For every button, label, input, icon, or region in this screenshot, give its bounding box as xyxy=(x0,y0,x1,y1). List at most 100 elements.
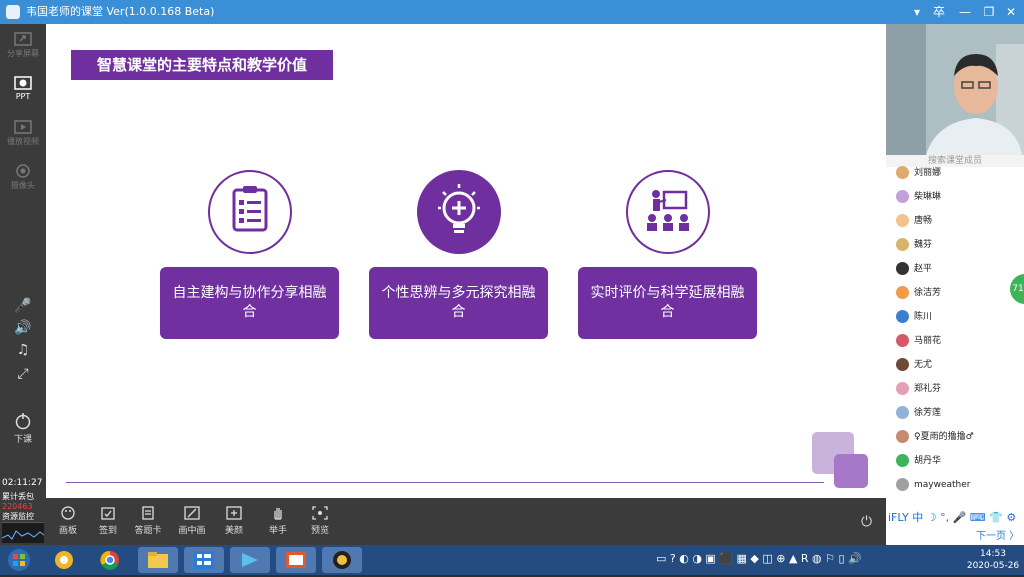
feature-1-box: 自主建构与协作分享相融合 xyxy=(160,267,339,339)
microphone-icon[interactable]: 🎤 xyxy=(0,298,46,314)
student-list-item[interactable]: 柴琳琳 xyxy=(896,188,941,206)
student-avatar xyxy=(896,454,909,467)
taskbar-chrome[interactable] xyxy=(90,547,130,573)
beauty-button[interactable]: 美颜 xyxy=(212,506,256,536)
student-list-item[interactable]: 刘丽娜 xyxy=(896,164,941,182)
chrome-icon xyxy=(100,550,119,570)
fullscreen-icon[interactable]: ⤢ xyxy=(0,366,46,382)
raise-hand-button[interactable]: 举手 xyxy=(256,506,300,536)
network-stats: 累计丢包 220463 资源监控 xyxy=(2,492,34,522)
bottom-toolbar: 画板 签到 答题卡 画中画 美颜 举手 预览 ⏻ xyxy=(46,498,886,545)
student-list-item[interactable]: 徐洁芳 xyxy=(896,284,941,302)
raise-hand-label: 举手 xyxy=(268,526,287,536)
student-list-item[interactable]: 无尤 xyxy=(896,356,932,374)
packet-loss-value: 220463 xyxy=(2,502,33,511)
beauty-label: 美颜 xyxy=(224,526,243,536)
resource-graph xyxy=(1,522,45,543)
answer-card-icon xyxy=(142,506,154,520)
share-screen-label: 分享屏幕 xyxy=(7,49,39,58)
feature-2-box: 个性思辨与多元探究相融合 xyxy=(369,267,548,339)
student-name: 陈川 xyxy=(914,312,933,322)
slide-divider xyxy=(66,482,824,483)
beauty-icon xyxy=(226,506,242,520)
window-title: 韦国老师的课堂 Ver(1.0.0.168 Beta) xyxy=(26,5,215,18)
ppt-button[interactable]: PPT xyxy=(0,76,46,101)
end-class-button[interactable]: 下课 xyxy=(0,412,46,445)
class-timer: 02:11:27 xyxy=(2,478,43,488)
taskbar-ec-app[interactable] xyxy=(276,547,316,573)
taskbar-clock[interactable]: 14:53 2020-05-26 xyxy=(965,548,1021,572)
teacher-board-icon xyxy=(647,190,689,231)
feature-1-circle xyxy=(208,170,292,254)
student-avatar xyxy=(896,214,909,227)
camera-button[interactable]: 摄像头 xyxy=(0,164,46,191)
dropdown-button[interactable]: ▾ xyxy=(906,3,928,21)
hand-icon xyxy=(274,508,282,520)
taskbar-app-grid[interactable] xyxy=(184,547,224,573)
clipboard-checklist-icon xyxy=(232,186,268,232)
student-avatar xyxy=(896,358,909,371)
share-screen-button[interactable]: 分享屏幕 xyxy=(0,32,46,59)
preview-icon xyxy=(312,506,328,520)
camera-label: 摄像头 xyxy=(11,181,35,190)
pip-button[interactable]: 画中画 xyxy=(170,506,214,536)
student-list-item[interactable]: 胡丹华 xyxy=(896,452,941,470)
play-video-button[interactable]: 播放视频 xyxy=(0,120,46,147)
checkin-icon xyxy=(101,507,115,520)
student-name: 郑礼芬 xyxy=(914,384,942,394)
ime-toolbar[interactable]: iFLY 中 ☽ °, 🎤 ⌨ 👕 ⚙ xyxy=(888,509,1024,527)
minimize-button[interactable]: — xyxy=(954,3,976,21)
student-list-item[interactable]: 陈川 xyxy=(896,308,932,326)
student-list-item[interactable]: 唐畅 xyxy=(896,212,932,230)
maximize-button[interactable]: ❐ xyxy=(978,3,1000,21)
student-avatar xyxy=(896,286,909,299)
student-list-item[interactable]: mayweather xyxy=(896,476,971,494)
palette-label: 画板 xyxy=(58,526,77,536)
student-avatar xyxy=(896,382,909,395)
student-list-item[interactable]: 郑礼芬 xyxy=(896,380,941,398)
student-list-item[interactable]: 马丽花 xyxy=(896,332,941,350)
taskbar-explorer[interactable] xyxy=(138,547,178,573)
answer-card-button[interactable]: 答题卡 xyxy=(126,506,170,536)
student-name: 徐芳莲 xyxy=(914,408,942,418)
student-avatar xyxy=(896,238,909,251)
packet-loss-label: 累计丢包 xyxy=(2,492,34,501)
play-video-label: 播放视频 xyxy=(7,137,39,146)
pin-button[interactable]: 卒 xyxy=(928,3,950,21)
teacher-video xyxy=(886,24,1024,155)
preview-button[interactable]: 预览 xyxy=(298,506,342,536)
student-name: 马丽花 xyxy=(914,336,942,346)
palette-button[interactable]: 画板 xyxy=(46,506,90,536)
feature-2-circle xyxy=(417,170,501,254)
power-icon[interactable]: ⏻ xyxy=(861,514,872,530)
window-titlebar: 韦国老师的课堂 Ver(1.0.0.168 Beta) ▾ 卒 — ❐ ✕ xyxy=(0,0,1024,24)
taskbar-app-1[interactable] xyxy=(44,547,84,573)
taskbar-media-app[interactable] xyxy=(322,547,362,573)
speaker-icon[interactable]: 🔊 xyxy=(0,320,46,336)
student-avatar xyxy=(896,406,909,419)
slide-title: 智慧课堂的主要特点和教学价值 xyxy=(71,50,333,80)
start-button[interactable] xyxy=(4,547,38,573)
music-icon[interactable]: ♫ xyxy=(0,342,46,358)
folder-icon xyxy=(148,552,168,568)
app-icon xyxy=(55,551,73,569)
next-page-link[interactable]: 下一页 〉 xyxy=(976,527,1019,542)
student-avatar xyxy=(896,334,909,347)
power-clock-icon xyxy=(15,413,31,430)
end-class-label: 下课 xyxy=(13,435,32,445)
taskbar-video-app[interactable] xyxy=(230,547,270,573)
checkin-button[interactable]: 签到 xyxy=(86,506,130,536)
online-count-badge[interactable]: 71 xyxy=(1010,274,1024,304)
student-avatar xyxy=(896,478,909,491)
student-name: ♀夏雨的撸撸♂ xyxy=(914,432,974,442)
answer-card-label: 答题卡 xyxy=(134,526,162,536)
system-tray-icons[interactable]: ▭ ? ◐ ◑ ▣ ⬛ ▦ ◆ ◫ ⊕ ▲ R ◍ ⚐ ▯ 🔊 xyxy=(656,552,862,565)
close-button[interactable]: ✕ xyxy=(1000,3,1022,21)
student-list-item[interactable]: 赵平 xyxy=(896,260,932,278)
student-list-item[interactable]: ♀夏雨的撸撸♂ xyxy=(896,428,974,446)
student-list-item[interactable]: 徐芳莲 xyxy=(896,404,941,422)
pip-icon xyxy=(184,506,200,520)
student-list-item[interactable]: 魏芬 xyxy=(896,236,932,254)
checkin-label: 签到 xyxy=(98,526,117,536)
play-video-icon xyxy=(14,120,32,134)
